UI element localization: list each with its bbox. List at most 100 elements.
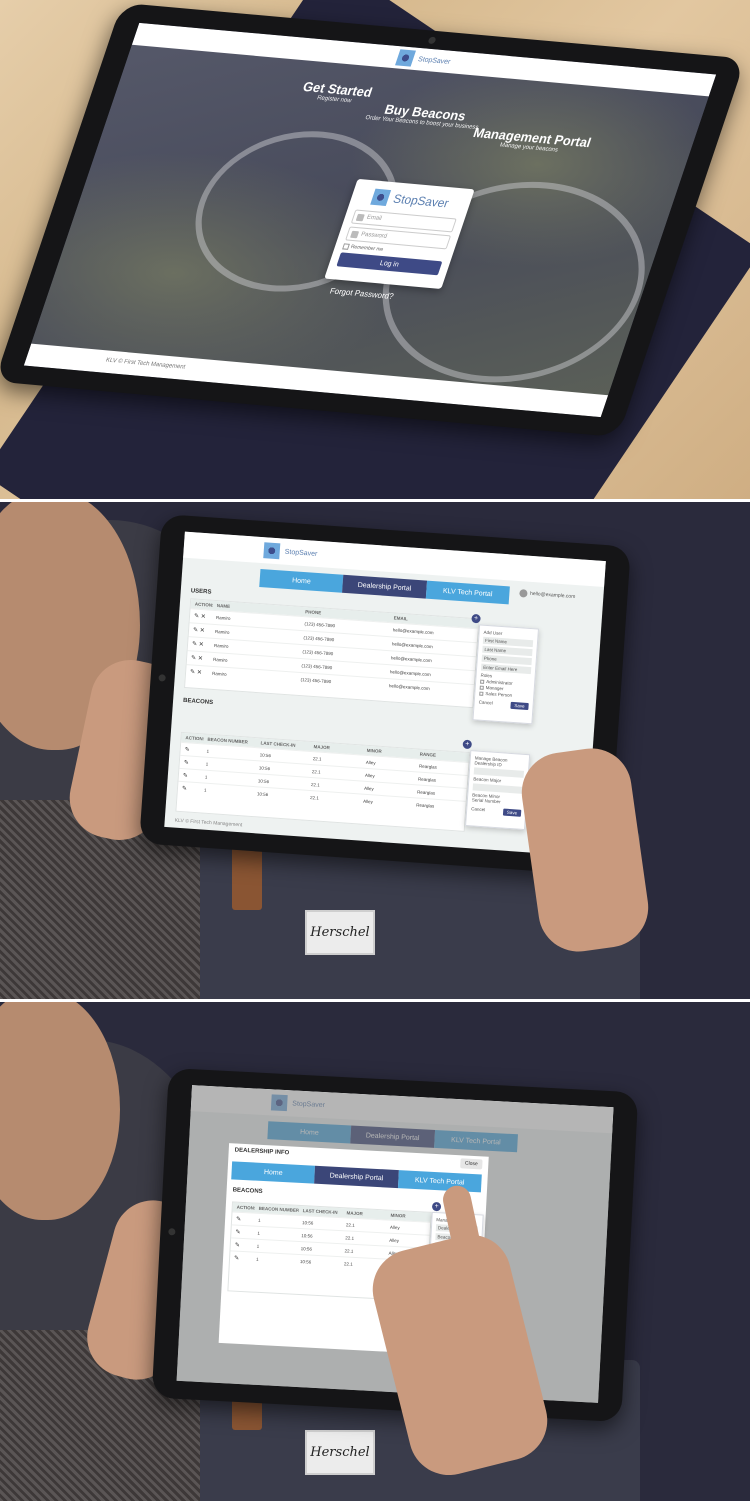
portal-tabs: Home Dealership Portal KLV Tech Portal bbox=[231, 1161, 482, 1193]
popup-actions: Cancel Save bbox=[471, 806, 522, 817]
tab-klv-tech-portal[interactable]: KLV Tech Portal bbox=[397, 1170, 482, 1193]
checkbox-icon bbox=[479, 691, 484, 696]
email-placeholder: Email bbox=[365, 214, 383, 222]
add-beacon-button[interactable]: + bbox=[431, 1201, 442, 1212]
cell: 10:56 bbox=[258, 764, 271, 771]
edit-icon[interactable]: ✎ bbox=[230, 1254, 252, 1262]
cell: 10:56 bbox=[257, 777, 270, 784]
edit-icon[interactable]: ✎ bbox=[180, 758, 202, 767]
column-header: ACTIONS bbox=[236, 1204, 255, 1211]
edit-delete-icons[interactable]: ✎ ✕ bbox=[189, 626, 211, 635]
remember-label: Remember me bbox=[349, 244, 385, 253]
cell: 1 bbox=[205, 761, 209, 767]
cell: Rearglas bbox=[417, 776, 437, 783]
cell: Alley bbox=[389, 1224, 400, 1230]
save-button[interactable]: Save bbox=[510, 701, 529, 711]
cell: 10:56 bbox=[299, 1258, 312, 1265]
cell: 1 bbox=[257, 1230, 261, 1236]
cell: hello@example.com bbox=[388, 683, 430, 692]
column-header: BEACON NUMBER bbox=[258, 1205, 299, 1213]
tab-home[interactable]: Home bbox=[259, 569, 344, 593]
cell: 22.1 bbox=[344, 1247, 354, 1254]
photo-dashboard-scene: Herschel StopSaver Home Dealership Porta… bbox=[0, 500, 750, 1000]
cancel-button[interactable]: Cancel bbox=[478, 700, 493, 708]
checkbox-icon bbox=[480, 679, 485, 684]
brand-name: StopSaver bbox=[284, 548, 318, 558]
cell: 10:56 bbox=[300, 1245, 313, 1252]
cell: Rearglas bbox=[416, 801, 435, 809]
add-user-button[interactable]: + bbox=[471, 613, 481, 624]
cell: 22.1 bbox=[343, 1260, 353, 1267]
cell: (123) 456-7890 bbox=[300, 677, 332, 685]
save-button[interactable]: Save bbox=[502, 808, 522, 817]
cell: 22.1 bbox=[312, 755, 322, 762]
edit-icon[interactable]: ✎ bbox=[179, 771, 201, 780]
brand-logo-icon bbox=[395, 49, 417, 67]
brand-logo-icon bbox=[370, 188, 392, 207]
edit-delete-icons[interactable]: ✎ ✕ bbox=[188, 640, 210, 649]
tab-dealership-portal[interactable]: Dealership Portal bbox=[342, 574, 427, 599]
cell: 22.1 bbox=[309, 794, 320, 801]
cell: 10:56 bbox=[301, 1232, 313, 1239]
cell: 1 bbox=[203, 787, 207, 793]
edit-icon[interactable]: ✎ bbox=[178, 784, 200, 793]
manage-beacon-popup: Manage Beacon Dealership ID Beacon Major… bbox=[465, 750, 531, 831]
beacons-section-title: BEACONS bbox=[232, 1187, 263, 1195]
cell: 22.1 bbox=[311, 768, 321, 775]
brand-logo-icon bbox=[263, 542, 281, 560]
tab-klv-tech-portal[interactable]: KLV Tech Portal bbox=[425, 580, 510, 605]
user-menu[interactable]: hello@example.com bbox=[518, 589, 576, 601]
column-header: ACTIONS bbox=[194, 601, 214, 608]
tab-home[interactable]: Home bbox=[231, 1161, 316, 1184]
photo-modal-scene: Herschel StopSaver Home Dealership Porta… bbox=[0, 1000, 750, 1501]
role-label: Sales Person bbox=[485, 691, 513, 698]
avatar bbox=[518, 589, 528, 598]
cell: 22.1 bbox=[345, 1221, 355, 1228]
modal-title: DEALERSHIP INFO bbox=[234, 1147, 290, 1157]
cell: 10:56 bbox=[301, 1219, 314, 1226]
cell: 1 bbox=[204, 774, 208, 780]
edit-delete-icons[interactable]: ✎ ✕ bbox=[187, 654, 209, 663]
edit-icon[interactable]: ✎ bbox=[232, 1215, 254, 1223]
tab-dealership-portal[interactable]: Dealership Portal bbox=[314, 1165, 399, 1189]
user-email: hello@example.com bbox=[529, 590, 576, 601]
cell: Alley bbox=[365, 759, 376, 766]
cell: 1 bbox=[206, 748, 210, 754]
close-button[interactable]: Close bbox=[460, 1158, 483, 1170]
backpack-label: Herschel bbox=[305, 1430, 375, 1475]
column-header: ACTIONS bbox=[185, 735, 204, 742]
cell: Rearglas bbox=[418, 763, 438, 770]
login-brand: StopSaver bbox=[357, 188, 464, 213]
cell: 1 bbox=[255, 1256, 259, 1262]
camera-icon bbox=[427, 36, 437, 45]
cancel-button[interactable]: Cancel bbox=[471, 806, 485, 814]
cell: Alley bbox=[389, 1237, 400, 1243]
dashboard-footer: KLV © First Tech Management bbox=[174, 817, 243, 829]
add-user-popup: Add User First Name Last Name Phone Ente… bbox=[472, 624, 540, 725]
edit-delete-icons[interactable]: ✎ ✕ bbox=[190, 612, 212, 621]
edit-icon[interactable]: ✎ bbox=[231, 1241, 253, 1249]
beacons-section-title: BEACONS bbox=[182, 697, 214, 707]
beacons-table: ACTIONS BEACON NUMBER LAST CHECK-IN MAJO… bbox=[175, 731, 471, 832]
panel-divider bbox=[0, 499, 750, 502]
column-header: MINOR bbox=[390, 1212, 406, 1219]
panel-divider bbox=[0, 999, 750, 1002]
camera-icon bbox=[158, 674, 166, 682]
edit-icon[interactable]: ✎ bbox=[180, 745, 202, 754]
backpack-label: Herschel bbox=[305, 910, 375, 955]
cell: Alley bbox=[363, 798, 374, 804]
edit-icon[interactable]: ✎ bbox=[231, 1228, 253, 1236]
photo-login-scene: StopSaver Get Started Register now Buy B… bbox=[0, 0, 750, 500]
add-beacon-button[interactable]: + bbox=[462, 739, 473, 750]
cell: Alley bbox=[364, 772, 375, 778]
brand-name: StopSaver bbox=[417, 55, 452, 66]
checkbox-icon bbox=[342, 243, 350, 250]
password-placeholder: Password bbox=[360, 231, 388, 240]
users-section-title: USERS bbox=[190, 588, 212, 596]
camera-icon bbox=[168, 1228, 176, 1236]
cell: 10:56 bbox=[256, 790, 269, 797]
mail-icon bbox=[355, 213, 366, 221]
column-header: LAST CHECK-IN bbox=[302, 1208, 338, 1215]
edit-delete-icons[interactable]: ✎ ✕ bbox=[186, 668, 208, 677]
cell: 10:56 bbox=[259, 751, 272, 758]
